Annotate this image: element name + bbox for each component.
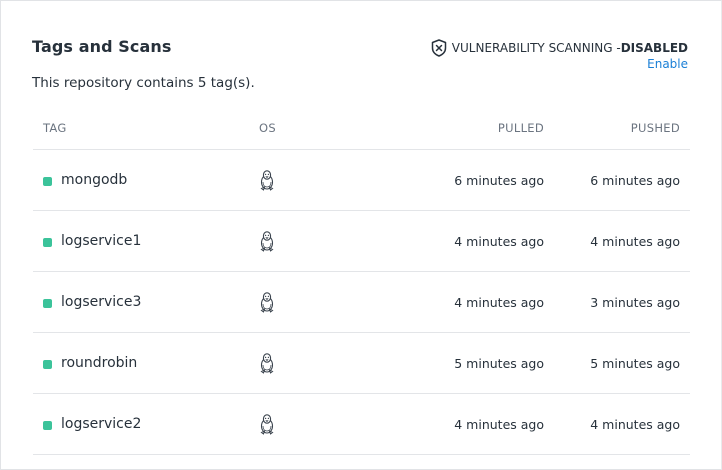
table-row[interactable]: roundrobin 5 minutes ago 5 minutes ago [33,333,690,394]
enable-scanning-link[interactable]: Enable [647,57,688,71]
tag-name[interactable]: mongodb [61,172,127,188]
tag-status-dot [43,360,52,369]
tag-name[interactable]: logservice2 [61,416,141,432]
tag-name[interactable]: logservice1 [61,233,141,249]
vulnerability-scanning-status: VULNERABILITY SCANNING - DISABLED [431,39,688,57]
column-header-pulled[interactable]: PULLED [498,121,544,135]
tag-status-dot [43,421,52,430]
pulled-time: 4 minutes ago [454,234,544,249]
table-row[interactable]: logservice3 4 minutes ago 3 minutes ago [33,272,690,333]
tags-table: TAG OS PULLED PUSHED mongodb 6 minutes a… [33,106,690,455]
table-row[interactable]: logservice2 4 minutes ago 4 minutes ago [33,394,690,455]
tag-count-text: This repository contains 5 tag(s). [32,75,255,91]
column-header-tag[interactable]: TAG [43,121,67,135]
pulled-time: 6 minutes ago [454,173,544,188]
panel-title: Tags and Scans [32,37,172,56]
pulled-time: 4 minutes ago [454,417,544,432]
linux-tux-icon [258,169,276,191]
tags-and-scans-panel: Tags and Scans This repository contains … [0,0,722,470]
pushed-time: 3 minutes ago [590,295,680,310]
pushed-time: 5 minutes ago [590,356,680,371]
tag-name[interactable]: roundrobin [61,355,137,371]
scanning-label: VULNERABILITY SCANNING - [451,41,621,55]
tag-status-dot [43,299,52,308]
linux-tux-icon [258,352,276,374]
pushed-time: 4 minutes ago [590,234,680,249]
table-row[interactable]: logservice1 4 minutes ago 4 minutes ago [33,211,690,272]
linux-tux-icon [258,413,276,435]
pulled-time: 4 minutes ago [454,295,544,310]
pushed-time: 4 minutes ago [590,417,680,432]
column-header-pushed[interactable]: PUSHED [631,121,680,135]
linux-tux-icon [258,230,276,252]
shield-x-icon [431,39,447,57]
table-row[interactable]: mongodb 6 minutes ago 6 minutes ago [33,150,690,211]
linux-tux-icon [258,291,276,313]
table-body: mongodb 6 minutes ago 6 minutes ago logs… [33,150,690,455]
tag-status-dot [43,177,52,186]
table-header: TAG OS PULLED PUSHED [33,106,690,150]
scanning-status: DISABLED [620,41,688,55]
pushed-time: 6 minutes ago [590,173,680,188]
pulled-time: 5 minutes ago [454,356,544,371]
column-header-os[interactable]: OS [259,121,276,135]
tag-name[interactable]: logservice3 [61,294,141,310]
tag-status-dot [43,238,52,247]
